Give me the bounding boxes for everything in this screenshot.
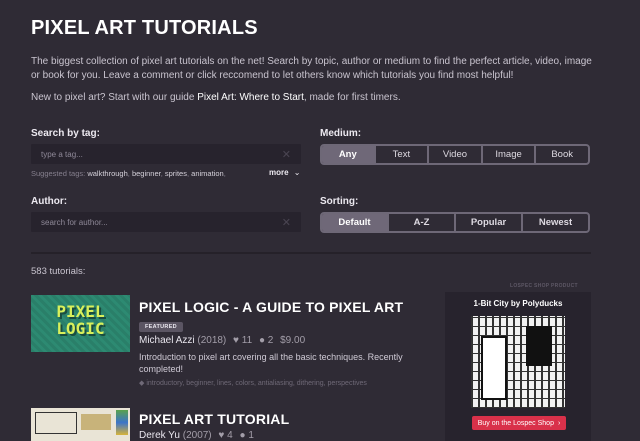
tutorial-author[interactable]: Michael Azzi [139, 335, 195, 346]
page-title: PIXEL ART TUTORIALS [31, 17, 258, 39]
clear-icon[interactable]: ✕ [282, 148, 291, 161]
suggested-tag-animation[interactable]: animation [191, 169, 224, 178]
thumbnail-sketch [35, 412, 77, 434]
chevron-down-icon: ⌄ [293, 168, 301, 177]
suggested-tag-walkthrough[interactable]: walkthrough [87, 169, 127, 178]
thumbnail-logo: PIXEL LOGIC [31, 303, 130, 337]
medium-label: Medium: [320, 128, 362, 139]
comment-icon[interactable]: ● [259, 335, 265, 346]
tutorial-title[interactable]: PIXEL LOGIC - A GUIDE TO PIXEL ART [139, 299, 403, 315]
thumbnail-logo-line-2: LOGIC [56, 319, 105, 338]
suggested-tag-beginner[interactable]: beginner [132, 169, 161, 178]
more-tags-button[interactable]: more ⌄ [269, 168, 301, 177]
tag-icon: ◆ [139, 380, 145, 387]
intro-guide-prefix: New to pixel art? Start with our guide [31, 92, 198, 103]
tutorial-year: (2018) [197, 335, 227, 346]
ad-product-image[interactable] [471, 316, 565, 408]
chevron-right-icon: › [557, 419, 561, 427]
medium-option-text[interactable]: Text [373, 146, 428, 163]
like-count: 4 [227, 430, 233, 441]
sort-option-a-z[interactable]: A-Z [387, 214, 454, 231]
tag-search-placeholder: type a tag... [41, 149, 83, 159]
tutorial-year: (2007) [182, 430, 212, 441]
heart-icon[interactable]: ♥ [218, 430, 224, 441]
heart-icon[interactable]: ♥ [233, 335, 239, 346]
comment-count: 2 [267, 335, 274, 346]
comment-count: 1 [248, 430, 254, 441]
tutorial-tags-text[interactable]: introductory, beginner, lines, colors, a… [146, 380, 367, 387]
intro-guide-suffix: , made for first timers. [303, 92, 401, 103]
medium-selector: Any Text Video Image Book [320, 144, 590, 165]
suggested-tags-label: Suggested tags: [31, 169, 86, 178]
ad-label: LOSPEC SHOP PRODUCT [510, 283, 578, 289]
building-shape [526, 326, 552, 366]
sort-option-newest[interactable]: Newest [521, 214, 588, 231]
tutorial-tags: ◆ introductory, beginner, lines, colors,… [139, 379, 429, 387]
author-search-placeholder: search for author... [41, 217, 108, 227]
tutorial-count: 583 tutorials: [31, 266, 86, 277]
thumbnail-sketch [81, 414, 111, 430]
featured-badge: FEATURED [139, 322, 183, 332]
sort-option-default[interactable]: Default [322, 214, 387, 231]
more-tags-label: more [269, 168, 289, 177]
tag-search-label: Search by tag: [31, 128, 100, 139]
author-label: Author: [31, 196, 68, 207]
tutorial-description: Introduction to pixel art covering all t… [139, 352, 403, 374]
intro-guide-line: New to pixel art? Start with our guide P… [31, 91, 601, 105]
where-to-start-link[interactable]: Pixel Art: Where to Start [197, 92, 304, 103]
medium-option-book[interactable]: Book [534, 146, 588, 163]
sort-option-popular[interactable]: Popular [454, 214, 521, 231]
tutorial-thumbnail[interactable]: PIXEL LOGIC [31, 295, 130, 352]
sorting-label: Sorting: [320, 196, 359, 207]
medium-option-video[interactable]: Video [427, 146, 481, 163]
tag-search-input[interactable]: type a tag... ✕ [31, 144, 301, 164]
medium-option-any[interactable]: Any [322, 146, 374, 163]
medium-option-image[interactable]: Image [480, 146, 535, 163]
like-count: 11 [241, 335, 253, 346]
thumbnail-palette [116, 410, 128, 435]
shop-ad: 1-Bit City by Polyducks Buy on the Lospe… [445, 292, 591, 441]
shop-buy-button[interactable]: Buy on the Lospec Shop › [472, 416, 566, 430]
tutorial-meta: Michael Azzi (2018) ♥ 11 ● 2 $9.00 [139, 335, 305, 346]
sorting-selector: Default A-Z Popular Newest [320, 212, 590, 233]
clear-icon[interactable]: ✕ [282, 216, 291, 229]
comment-icon[interactable]: ● [239, 430, 245, 441]
tutorial-thumbnail[interactable] [31, 408, 130, 441]
shop-buy-label: Buy on the Lospec Shop [477, 419, 554, 427]
divider [31, 252, 591, 254]
tutorial-author[interactable]: Derek Yu [139, 430, 180, 441]
price: $9.00 [280, 335, 306, 346]
author-search-input[interactable]: search for author... ✕ [31, 212, 301, 232]
thumbnail-logo-line-1: PIXEL [56, 302, 105, 321]
suggested-tag-sprites[interactable]: sprites [165, 169, 187, 178]
tutorial-meta: Derek Yu (2007) ♥ 4 ● 1 [139, 430, 254, 441]
intro-text: The biggest collection of pixel art tuto… [31, 56, 592, 81]
tutorial-title[interactable]: PIXEL ART TUTORIAL [139, 411, 289, 427]
suggested-tags: Suggested tags: walkthrough, beginner, s… [31, 169, 226, 178]
ad-title[interactable]: 1-Bit City by Polyducks [445, 299, 591, 308]
building-shape [481, 336, 507, 400]
